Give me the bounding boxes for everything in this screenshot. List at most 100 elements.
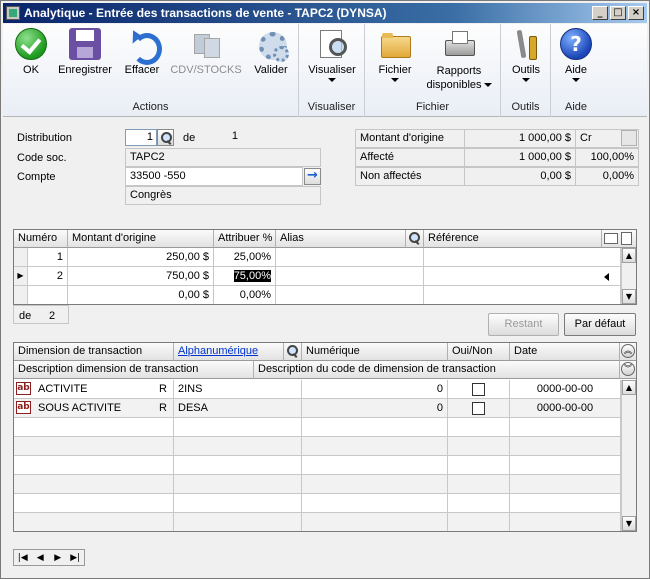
cell-oui-non[interactable] [448,399,510,418]
scroll-down-icon[interactable]: ▼ [622,516,636,531]
par-defaut-button[interactable]: Par défaut [564,313,636,336]
cell-numerique[interactable]: 0 [302,399,448,418]
cell-alpha [174,494,302,513]
col-alphanumerique-link[interactable]: Alphanumérique [174,343,284,361]
affecte-label: Affecté [355,148,465,167]
cell-numerique [302,456,448,475]
col-oui-non[interactable]: Oui/Non [448,343,510,361]
col-attribuer[interactable]: Attribuer % [214,230,276,248]
next-record-icon[interactable]: ▶ [51,553,65,563]
cell-reference[interactable] [424,286,621,304]
validate-button[interactable]: Valider [249,28,293,76]
required-flag: R [159,402,167,414]
col-date[interactable]: Date [510,343,620,361]
cell-date [510,475,621,494]
cell-dimension [14,418,174,437]
cell-alias[interactable] [276,286,424,304]
help-button[interactable]: ? Aide [557,28,595,82]
cell-attribuer[interactable]: 25,00% [214,248,276,267]
last-record-icon[interactable]: ▶| [68,553,82,563]
grid-tools[interactable] [602,230,636,248]
cell-alias[interactable] [276,248,424,267]
compte-field[interactable]: 33500 -550 [125,167,303,186]
cell-dimension[interactable]: ab ACTIVITE R [14,380,174,399]
col-numero[interactable]: Numéro [14,230,68,248]
cell-montant[interactable]: 0,00 $ [68,286,214,304]
cell-date[interactable]: 0000-00-00 [510,380,621,399]
cell-numerique [302,513,448,531]
folder-icon [379,28,411,60]
distribution-lookup-icon[interactable] [157,129,174,146]
tools-button[interactable]: Outils [507,28,545,82]
cell-attribuer[interactable]: 0,00% [214,286,276,304]
alpha-lookup[interactable] [284,343,302,361]
cell-dimension[interactable]: ab SOUS ACTIVITE R [14,399,174,418]
cell-numero[interactable]: 2 [28,267,68,286]
oui-non-checkbox[interactable] [472,402,485,415]
first-record-icon[interactable]: |◀ [16,553,30,563]
cell-alpha [174,456,302,475]
cell-dimension [14,475,174,494]
col-numerique[interactable]: Numérique [302,343,448,361]
prev-record-icon[interactable]: ◀ [33,553,47,563]
help-icon: ? [560,28,592,60]
cell-alias[interactable] [276,267,424,286]
col-montant[interactable]: Montant d'origine [68,230,214,248]
allocation-scrollbar[interactable]: ▲ ▼ [621,248,636,304]
minimize-button[interactable]: _ [592,6,608,20]
distribution-field[interactable]: 1 [125,129,157,146]
cell-oui-non[interactable] [448,380,510,399]
col-reference[interactable]: Référence [424,230,602,248]
alphanumeric-type-icon: ab [16,382,31,395]
cell-date [510,418,621,437]
col-desc-code[interactable]: Description du code de dimension de tran… [254,361,620,379]
col-alias[interactable]: Alias [276,230,406,248]
clear-button[interactable]: Effacer [121,28,163,76]
cell-alpha[interactable]: DESA [174,399,302,418]
scroll-up-icon[interactable]: ▲ [622,248,636,263]
col-desc-dimension[interactable]: Description dimension de transaction [14,361,254,379]
cell-dimension [14,513,174,531]
collapse-icon[interactable]: ︽ [621,344,635,358]
cell-date [510,437,621,456]
dimension-scrollbar[interactable]: ▲ ▼ [621,380,636,531]
save-button[interactable]: Enregistrer [55,28,115,76]
cell-oui-non [448,456,510,475]
cell-numerique[interactable]: 0 [302,380,448,399]
cell-alpha[interactable]: 2INS [174,380,302,399]
cell-date[interactable]: 0000-00-00 [510,399,621,418]
scroll-down-icon[interactable]: ▼ [622,289,636,304]
cell-montant[interactable]: 750,00 $ [68,267,214,286]
col-dimension[interactable]: Dimension de transaction [14,343,174,361]
cell-reference[interactable] [424,248,621,267]
view-button[interactable]: Visualiser [305,28,359,82]
ok-button[interactable]: OK [13,28,49,76]
footer-count-box [13,305,69,324]
oui-non-checkbox[interactable] [472,383,485,396]
cell-numero[interactable]: 1 [28,248,68,267]
close-button[interactable]: × [628,6,644,20]
alias-lookup[interactable] [406,230,424,248]
cell-reference[interactable] [424,267,621,286]
collapse-cell[interactable]: ︽ [620,343,636,361]
cell-montant[interactable]: 250,00 $ [68,248,214,267]
app-icon [6,6,20,20]
scroll-up-icon[interactable]: ▲ [622,380,636,395]
restant-button[interactable]: Restant [488,313,559,336]
expand-cell[interactable]: ︾ [620,361,636,379]
non-affectes-value: 0,00 $ [464,167,576,186]
cell-alpha [174,475,302,494]
cell-numero[interactable] [28,286,68,304]
compte-arrow-icon[interactable]: → [304,168,321,185]
cell-dimension [14,456,174,475]
expand-icon[interactable]: ︾ [621,362,635,376]
code-soc-value: TAPC2 [125,148,321,167]
cdv-stocks-button[interactable]: CDV/STOCKS [169,28,243,76]
cell-numerique [302,437,448,456]
ribbon: OK Enregistrer Effacer CDV/STOCKS Valide… [3,24,647,117]
cell-attribuer[interactable]: 75,00% [214,267,276,286]
reports-button[interactable]: Rapports disponibles [421,28,497,92]
cell-alpha [174,418,302,437]
maximize-button[interactable]: □ [610,6,626,20]
file-button[interactable]: Fichier [373,28,417,82]
